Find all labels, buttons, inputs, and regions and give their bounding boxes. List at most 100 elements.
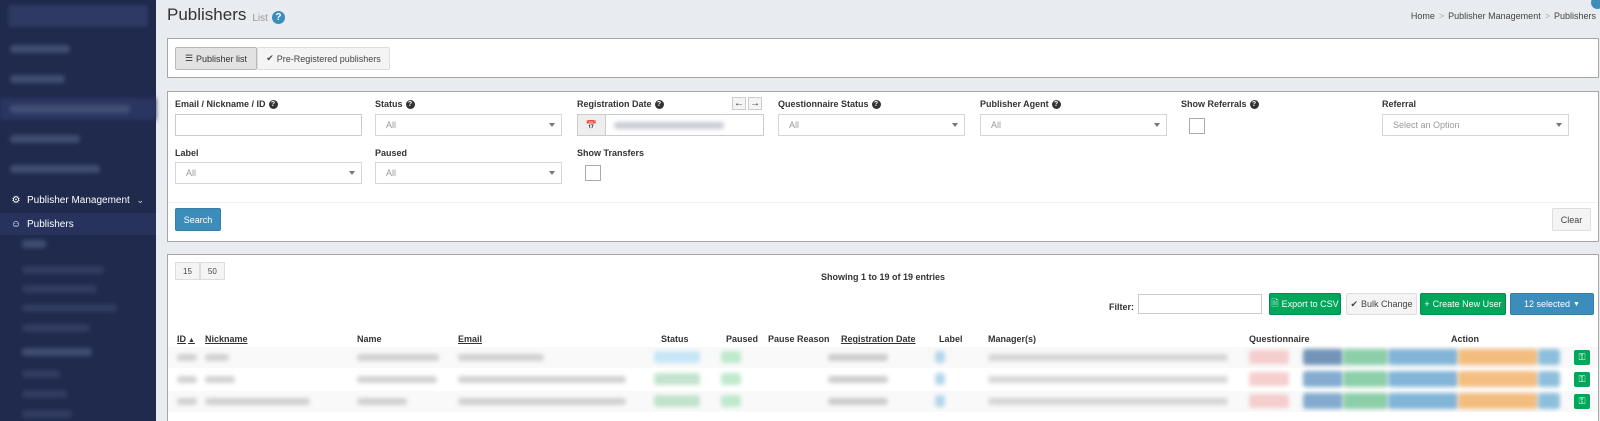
cell-managers-blurred <box>988 398 1228 405</box>
view-switch-box: ☰ Publisher list ✔ Pre-Registered publishe… <box>167 38 1599 78</box>
referral-select[interactable]: Select an Option <box>1382 114 1569 136</box>
cell-name-blurred <box>357 376 437 383</box>
sidebar-section-publisher-management[interactable]: ⚙ Publisher Management ⌄ <box>0 189 156 211</box>
key-icon[interactable]: ⚿ <box>1574 372 1590 387</box>
table-filter-input[interactable] <box>1138 294 1262 314</box>
status-select[interactable]: All <box>375 114 562 136</box>
export-csv-label: Export to CSV <box>1281 299 1339 309</box>
chevron-down-icon: ⌄ <box>136 194 144 205</box>
arrow-right-icon: → <box>750 98 760 109</box>
bulk-change-button[interactable]: ✔ Bulk Change <box>1346 293 1417 315</box>
column-selector-dropdown[interactable]: 12 selected ▼ <box>1510 293 1594 315</box>
show-referrals-checkbox[interactable] <box>1189 118 1205 134</box>
cell-action-blurred <box>1458 371 1538 387</box>
breadcrumb: Home > Publisher Management > Publishers <box>1411 11 1596 21</box>
table-row[interactable]: ⚿ <box>168 347 1598 368</box>
publisher-agent-value: All <box>991 120 1002 130</box>
email-nickname-id-input[interactable] <box>175 114 362 136</box>
paused-select[interactable]: All <box>375 162 562 184</box>
cell-nickname-blurred <box>205 398 310 405</box>
export-csv-button[interactable]: 🗎 Export to CSV <box>1269 293 1341 315</box>
cell-status-blurred <box>654 395 700 407</box>
sidebar-item-blurred[interactable] <box>10 45 70 53</box>
sidebar-item-blurred[interactable] <box>10 135 80 143</box>
pre-registered-publishers-button[interactable]: ✔ Pre-Registered publishers <box>257 47 390 70</box>
help-icon[interactable]: ? <box>1249 99 1259 109</box>
clear-button-label: Clear <box>1560 214 1583 225</box>
key-icon[interactable]: ⚿ <box>1574 350 1590 365</box>
date-prev-button[interactable]: ← <box>732 97 746 110</box>
date-next-button[interactable]: → <box>748 97 762 110</box>
user-menu-corner[interactable] <box>1591 0 1600 9</box>
show-transfers-checkbox[interactable] <box>585 165 601 181</box>
help-icon[interactable]: ? <box>1051 99 1061 109</box>
cell-nickname-blurred <box>205 376 235 383</box>
sidebar-item-blurred[interactable] <box>22 348 92 356</box>
entries-info: Showing 1 to 19 of 19 entries <box>820 272 946 282</box>
table-row[interactable]: ⚿ <box>168 369 1598 390</box>
column-header-paused: Paused <box>726 334 759 344</box>
user-plus-icon: + <box>1424 299 1430 309</box>
search-button[interactable]: Search <box>175 208 221 231</box>
sidebar-subitem-blurred[interactable] <box>22 410 72 418</box>
column-header-email[interactable]: Email <box>458 334 482 344</box>
cell-id-blurred <box>177 398 197 405</box>
create-new-user-button[interactable]: + Create New User <box>1420 293 1506 315</box>
cell-action-blurred <box>1538 349 1560 365</box>
caret-down-icon <box>1154 123 1160 127</box>
referral-placeholder: Select an Option <box>1393 120 1460 130</box>
help-icon[interactable]: ? <box>405 99 415 109</box>
caret-down-icon <box>549 123 555 127</box>
breadcrumb-separator: > <box>1544 11 1550 21</box>
sidebar-subitem-blurred[interactable] <box>22 324 90 332</box>
email-filter-label: Email / Nickname / ID? <box>175 99 278 109</box>
column-header-registration-date[interactable]: Registration Date <box>841 334 916 344</box>
cell-name-blurred <box>357 354 439 361</box>
cell-action-blurred <box>1538 393 1560 409</box>
sidebar-subitem-blurred[interactable] <box>22 370 60 378</box>
status-filter-label: Status? <box>375 99 415 109</box>
page-subtitle: List <box>252 13 268 24</box>
sort-asc-icon: ▲ <box>188 337 195 344</box>
sidebar-item-publishers[interactable]: ☺ Publishers <box>0 213 156 235</box>
cell-label-blurred <box>935 351 945 363</box>
column-header-id[interactable]: ID ▲ <box>177 334 195 344</box>
sidebar-subitem-blurred[interactable] <box>22 285 97 293</box>
breadcrumb-publisher-management[interactable]: Publisher Management <box>1448 11 1541 21</box>
cell-questionnaire-blurred <box>1249 372 1289 386</box>
cell-managers-blurred <box>988 354 1228 361</box>
sidebar-item-blurred[interactable] <box>10 165 100 173</box>
help-icon[interactable]: ? <box>271 10 285 24</box>
label-select[interactable]: All <box>175 162 362 184</box>
calendar-icon[interactable]: 📅 <box>578 115 606 135</box>
questionnaire-status-select[interactable]: All <box>778 114 965 136</box>
sidebar-subitem-blurred[interactable] <box>22 304 117 312</box>
cell-action-blurred <box>1303 349 1343 365</box>
sidebar-subitem-blurred[interactable] <box>22 266 104 274</box>
help-icon[interactable]: ? <box>268 99 278 109</box>
status-select-value: All <box>386 120 397 130</box>
sidebar-subitem-blurred[interactable] <box>22 390 67 398</box>
sidebar-subitem-blurred[interactable] <box>22 240 46 248</box>
breadcrumb-home[interactable]: Home <box>1411 11 1435 21</box>
referral-label: Referral <box>1382 99 1417 109</box>
clear-button[interactable]: Clear <box>1552 208 1591 231</box>
cell-action-blurred <box>1458 393 1538 409</box>
publisher-list-button[interactable]: ☰ Publisher list <box>175 47 257 70</box>
breadcrumb-separator: > <box>1438 11 1445 21</box>
publisher-agent-select[interactable]: All <box>980 114 1167 136</box>
sidebar-item-blurred[interactable] <box>10 105 130 113</box>
cell-questionnaire-blurred <box>1249 350 1289 364</box>
key-icon[interactable]: ⚿ <box>1574 394 1590 409</box>
help-icon[interactable]: ? <box>871 99 881 109</box>
sidebar-item-blurred[interactable] <box>10 75 65 83</box>
cell-managers-blurred <box>988 376 1228 383</box>
publisher-list-label: Publisher list <box>196 53 248 64</box>
cell-label-blurred <box>935 373 945 385</box>
column-header-nickname[interactable]: Nickname <box>205 334 248 344</box>
help-icon[interactable]: ? <box>654 99 664 109</box>
caret-down-icon <box>549 171 555 175</box>
table-row[interactable]: ⚿ <box>168 391 1598 412</box>
sidebar-search-blurred[interactable] <box>8 5 148 27</box>
column-header-status: Status <box>661 334 689 344</box>
